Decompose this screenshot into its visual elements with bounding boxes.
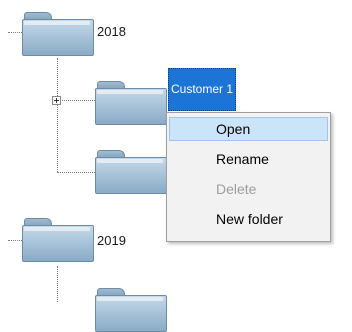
tree-connector-line [57, 266, 58, 302]
tree-connector-line [57, 100, 95, 101]
menu-item-delete: Delete [216, 181, 257, 197]
menu-item-open[interactable]: Open [169, 117, 328, 141]
folder-icon[interactable] [22, 218, 94, 262]
tree-connector-line [57, 172, 95, 173]
folder-icon[interactable] [95, 288, 167, 332]
tree-connector-line [8, 32, 22, 33]
context-menu: Open Rename Delete New folder [166, 112, 331, 242]
tree-node-label-2018[interactable]: 2018 [97, 24, 126, 39]
tree-node-label-2019[interactable]: 2019 [97, 233, 126, 248]
folder-icon[interactable] [95, 150, 167, 194]
folder-icon[interactable] [22, 12, 94, 56]
tree-node-label-customer-1[interactable]: Customer 1 [168, 68, 237, 111]
folder-icon[interactable] [95, 81, 167, 125]
menu-item-rename[interactable]: Rename [169, 147, 328, 171]
tree-connector-line [57, 58, 58, 172]
expand-plus-icon[interactable] [52, 96, 61, 105]
menu-item-new-folder[interactable]: New folder [169, 207, 328, 231]
tree-connector-line [8, 240, 22, 241]
